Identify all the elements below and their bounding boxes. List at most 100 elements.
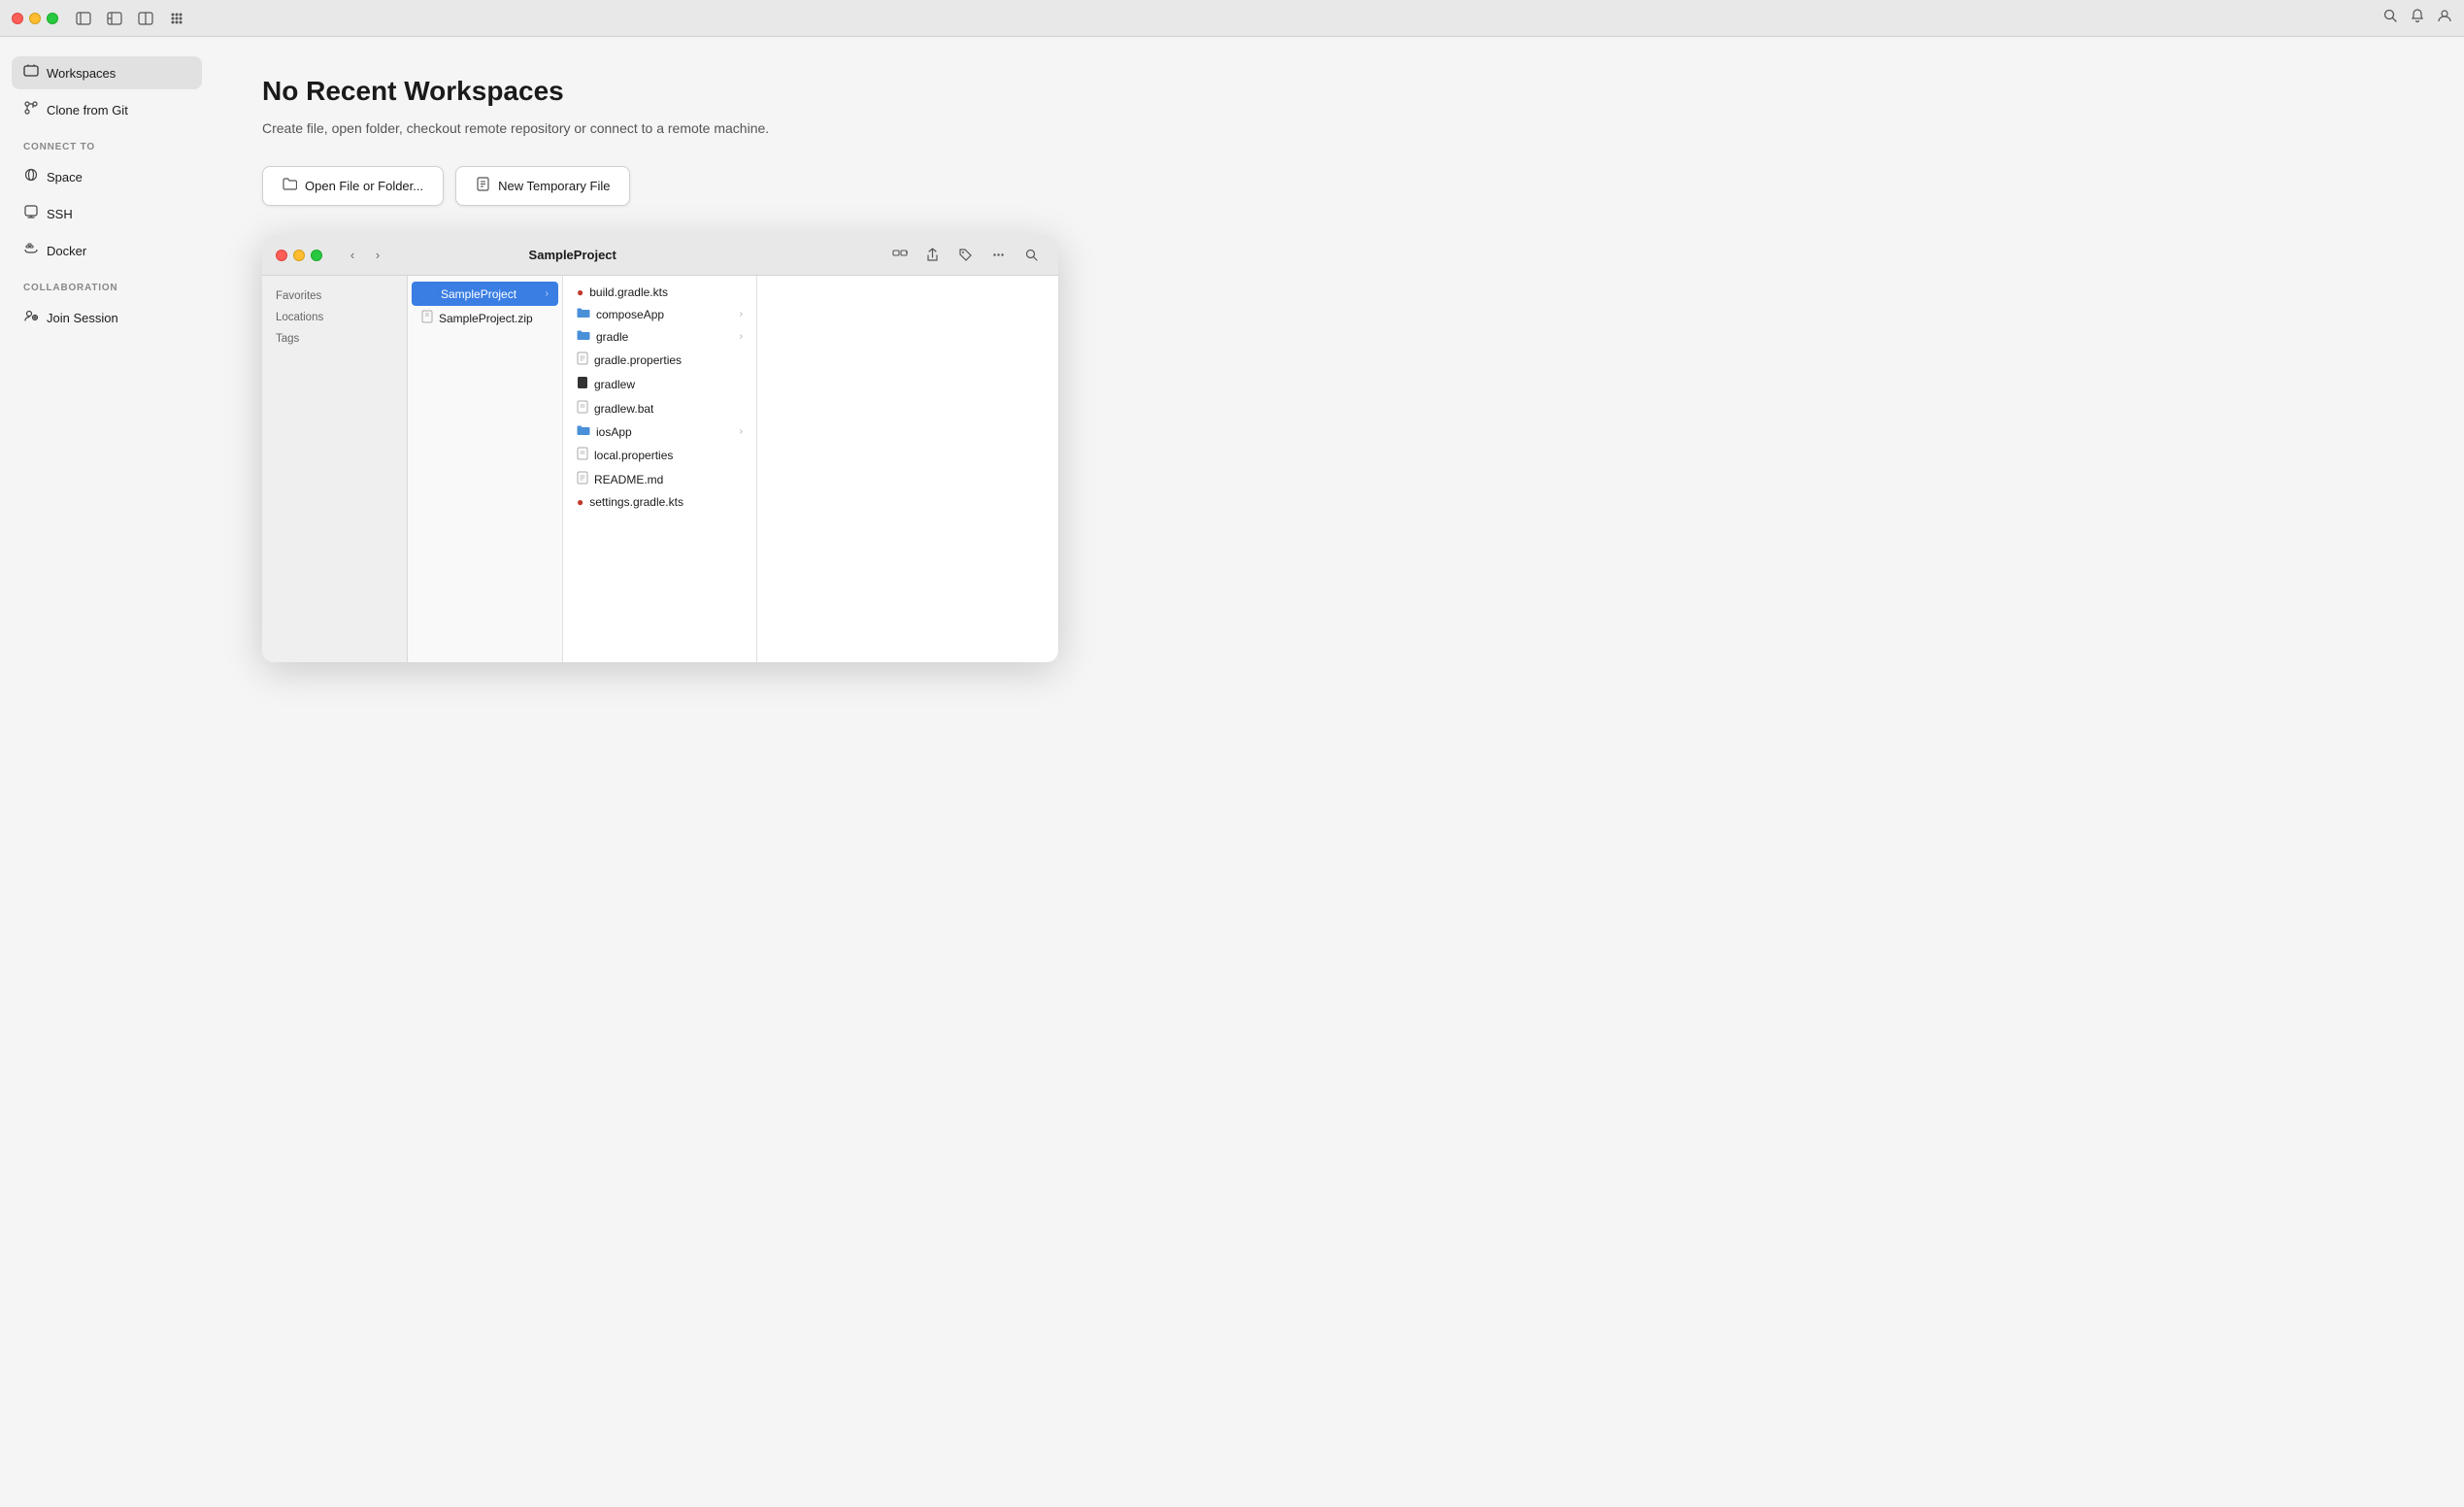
finder-title: SampleProject bbox=[529, 248, 616, 262]
open-file-button[interactable]: Open File or Folder... bbox=[262, 166, 444, 206]
finder-sidebar-tags[interactable]: Tags bbox=[262, 328, 407, 350]
account-icon[interactable] bbox=[2437, 8, 2452, 28]
welcome-subtitle: Create file, open folder, checkout remot… bbox=[262, 118, 825, 139]
zip-item-label: SampleProject.zip bbox=[439, 312, 533, 325]
finder-share-button[interactable] bbox=[920, 243, 946, 268]
join-session-label: Join Session bbox=[47, 311, 118, 325]
finder-maximize-button[interactable] bbox=[311, 250, 322, 261]
gradle-kts-icon: ● bbox=[577, 285, 583, 299]
zip-icon bbox=[421, 310, 433, 326]
main-content: Workspaces Clone from Git CONNECT TO bbox=[0, 37, 2464, 1507]
finder-back-button[interactable]: ‹ bbox=[342, 245, 363, 266]
sidebar-item-docker[interactable]: Docker bbox=[12, 234, 202, 267]
sidebar-item-clone[interactable]: Clone from Git bbox=[12, 93, 202, 126]
notification-icon[interactable] bbox=[2410, 8, 2425, 28]
finder-col-2: ● build.gradle.kts composeApp › bbox=[563, 276, 757, 662]
connect-to-heading: CONNECT TO bbox=[12, 130, 202, 156]
collaboration-heading: COLLABORATION bbox=[12, 271, 202, 297]
finder-search-button[interactable] bbox=[1019, 243, 1045, 268]
folder-composeapp[interactable]: composeApp › bbox=[567, 303, 752, 325]
folder-blue-icon bbox=[421, 285, 435, 302]
sidebar-item-space[interactable]: Space bbox=[12, 160, 202, 193]
finder-titlebar: ‹ › SampleProject bbox=[262, 235, 1058, 276]
sidebar: Workspaces Clone from Git CONNECT TO bbox=[0, 37, 214, 1507]
gradle-arrow: › bbox=[740, 331, 743, 342]
finder-minimize-button[interactable] bbox=[293, 250, 305, 261]
titlebar-left bbox=[12, 9, 186, 28]
new-temp-file-label: New Temporary File bbox=[498, 179, 610, 193]
clone-label: Clone from Git bbox=[47, 103, 128, 117]
new-temp-file-button[interactable]: New Temporary File bbox=[455, 166, 630, 206]
file-readme-md[interactable]: README.md bbox=[567, 467, 752, 491]
settings-gradle-kts-icon: ● bbox=[577, 495, 583, 509]
file-name-gradlew-bat: gradlew.bat bbox=[594, 402, 653, 416]
join-session-icon bbox=[23, 308, 39, 327]
temp-file-icon bbox=[476, 177, 490, 195]
welcome-title: No Recent Workspaces bbox=[262, 76, 2415, 107]
finder-col-1: SampleProject › SampleProject.zip bbox=[408, 276, 563, 662]
docker-icon bbox=[23, 241, 39, 260]
finder-traffic-lights bbox=[276, 250, 322, 261]
local-props-icon bbox=[577, 447, 588, 463]
col1-item-label: SampleProject bbox=[441, 287, 516, 301]
titlebar bbox=[0, 0, 2464, 37]
sidebar-toggle-icon[interactable] bbox=[74, 9, 93, 28]
file-name-gradlew: gradlew bbox=[594, 378, 635, 391]
file-settings-gradle-kts[interactable]: ● settings.gradle.kts bbox=[567, 491, 752, 513]
properties-icon bbox=[577, 352, 588, 368]
gradlew-icon bbox=[577, 376, 588, 392]
titlebar-right bbox=[2382, 8, 2452, 28]
sidebar-item-workspaces[interactable]: Workspaces bbox=[12, 56, 202, 89]
finder-close-button[interactable] bbox=[276, 250, 287, 261]
finder-sidebar-locations[interactable]: Locations bbox=[262, 307, 407, 328]
search-icon[interactable] bbox=[2382, 8, 2398, 28]
finder-col1-item-zip[interactable]: SampleProject.zip bbox=[412, 306, 558, 330]
file-name-readme-md: README.md bbox=[594, 473, 663, 486]
close-button[interactable] bbox=[12, 13, 23, 24]
content-area: No Recent Workspaces Create file, open f… bbox=[214, 37, 2464, 1507]
file-name-gradle-properties: gradle.properties bbox=[594, 353, 682, 367]
sidebar-item-ssh[interactable]: SSH bbox=[12, 197, 202, 230]
folder-icon bbox=[283, 177, 297, 195]
finder-col1-item-sampleproject[interactable]: SampleProject › bbox=[412, 282, 558, 306]
traffic-lights bbox=[12, 13, 58, 24]
finder-tag-button[interactable] bbox=[953, 243, 979, 268]
file-gradle-properties[interactable]: gradle.properties bbox=[567, 348, 752, 372]
sidebar-item-join-session[interactable]: Join Session bbox=[12, 301, 202, 334]
folder-name-composeapp: composeApp bbox=[596, 308, 664, 321]
action-buttons: Open File or Folder... New Temporary Fil… bbox=[262, 166, 2415, 206]
finder-toolbar-right bbox=[887, 243, 1045, 268]
file-gradlew-bat[interactable]: gradlew.bat bbox=[567, 396, 752, 420]
grid-view-icon[interactable] bbox=[167, 9, 186, 28]
finder-forward-button[interactable]: › bbox=[367, 245, 388, 266]
finder-sidebar-favorites[interactable]: Favorites bbox=[262, 285, 407, 307]
folder-iosapp[interactable]: iosApp › bbox=[567, 420, 752, 443]
folder-gradle[interactable]: gradle › bbox=[567, 325, 752, 348]
col1-item-arrow: › bbox=[546, 288, 549, 299]
finder-view-toggle-button[interactable] bbox=[887, 243, 913, 268]
docker-label: Docker bbox=[47, 244, 86, 258]
composeapp-arrow: › bbox=[740, 309, 743, 319]
finder-sidebar: Favorites Locations Tags bbox=[262, 276, 408, 662]
file-local-properties[interactable]: local.properties bbox=[567, 443, 752, 467]
readme-icon bbox=[577, 471, 588, 487]
bat-icon bbox=[577, 400, 588, 417]
maximize-button[interactable] bbox=[47, 13, 58, 24]
ssh-label: SSH bbox=[47, 207, 73, 221]
file-gradlew[interactable]: gradlew bbox=[567, 372, 752, 396]
file-name-settings-gradle-kts: settings.gradle.kts bbox=[589, 495, 683, 509]
finder-window: ‹ › SampleProject bbox=[262, 235, 1058, 662]
open-file-label: Open File or Folder... bbox=[305, 179, 423, 193]
split-view-icon[interactable] bbox=[136, 9, 155, 28]
finder-body: Favorites Locations Tags SampleProject bbox=[262, 276, 1058, 662]
finder-more-button[interactable] bbox=[986, 243, 1012, 268]
minimize-button[interactable] bbox=[29, 13, 41, 24]
space-label: Space bbox=[47, 170, 83, 184]
workspaces-icon bbox=[23, 63, 39, 83]
reader-view-icon[interactable] bbox=[105, 9, 124, 28]
folder-gradle-icon bbox=[577, 329, 590, 344]
finder-nav: ‹ › bbox=[342, 245, 388, 266]
folder-name-iosapp: iosApp bbox=[596, 425, 632, 439]
file-build-gradle-kts[interactable]: ● build.gradle.kts bbox=[567, 282, 752, 303]
workspaces-label: Workspaces bbox=[47, 66, 116, 81]
